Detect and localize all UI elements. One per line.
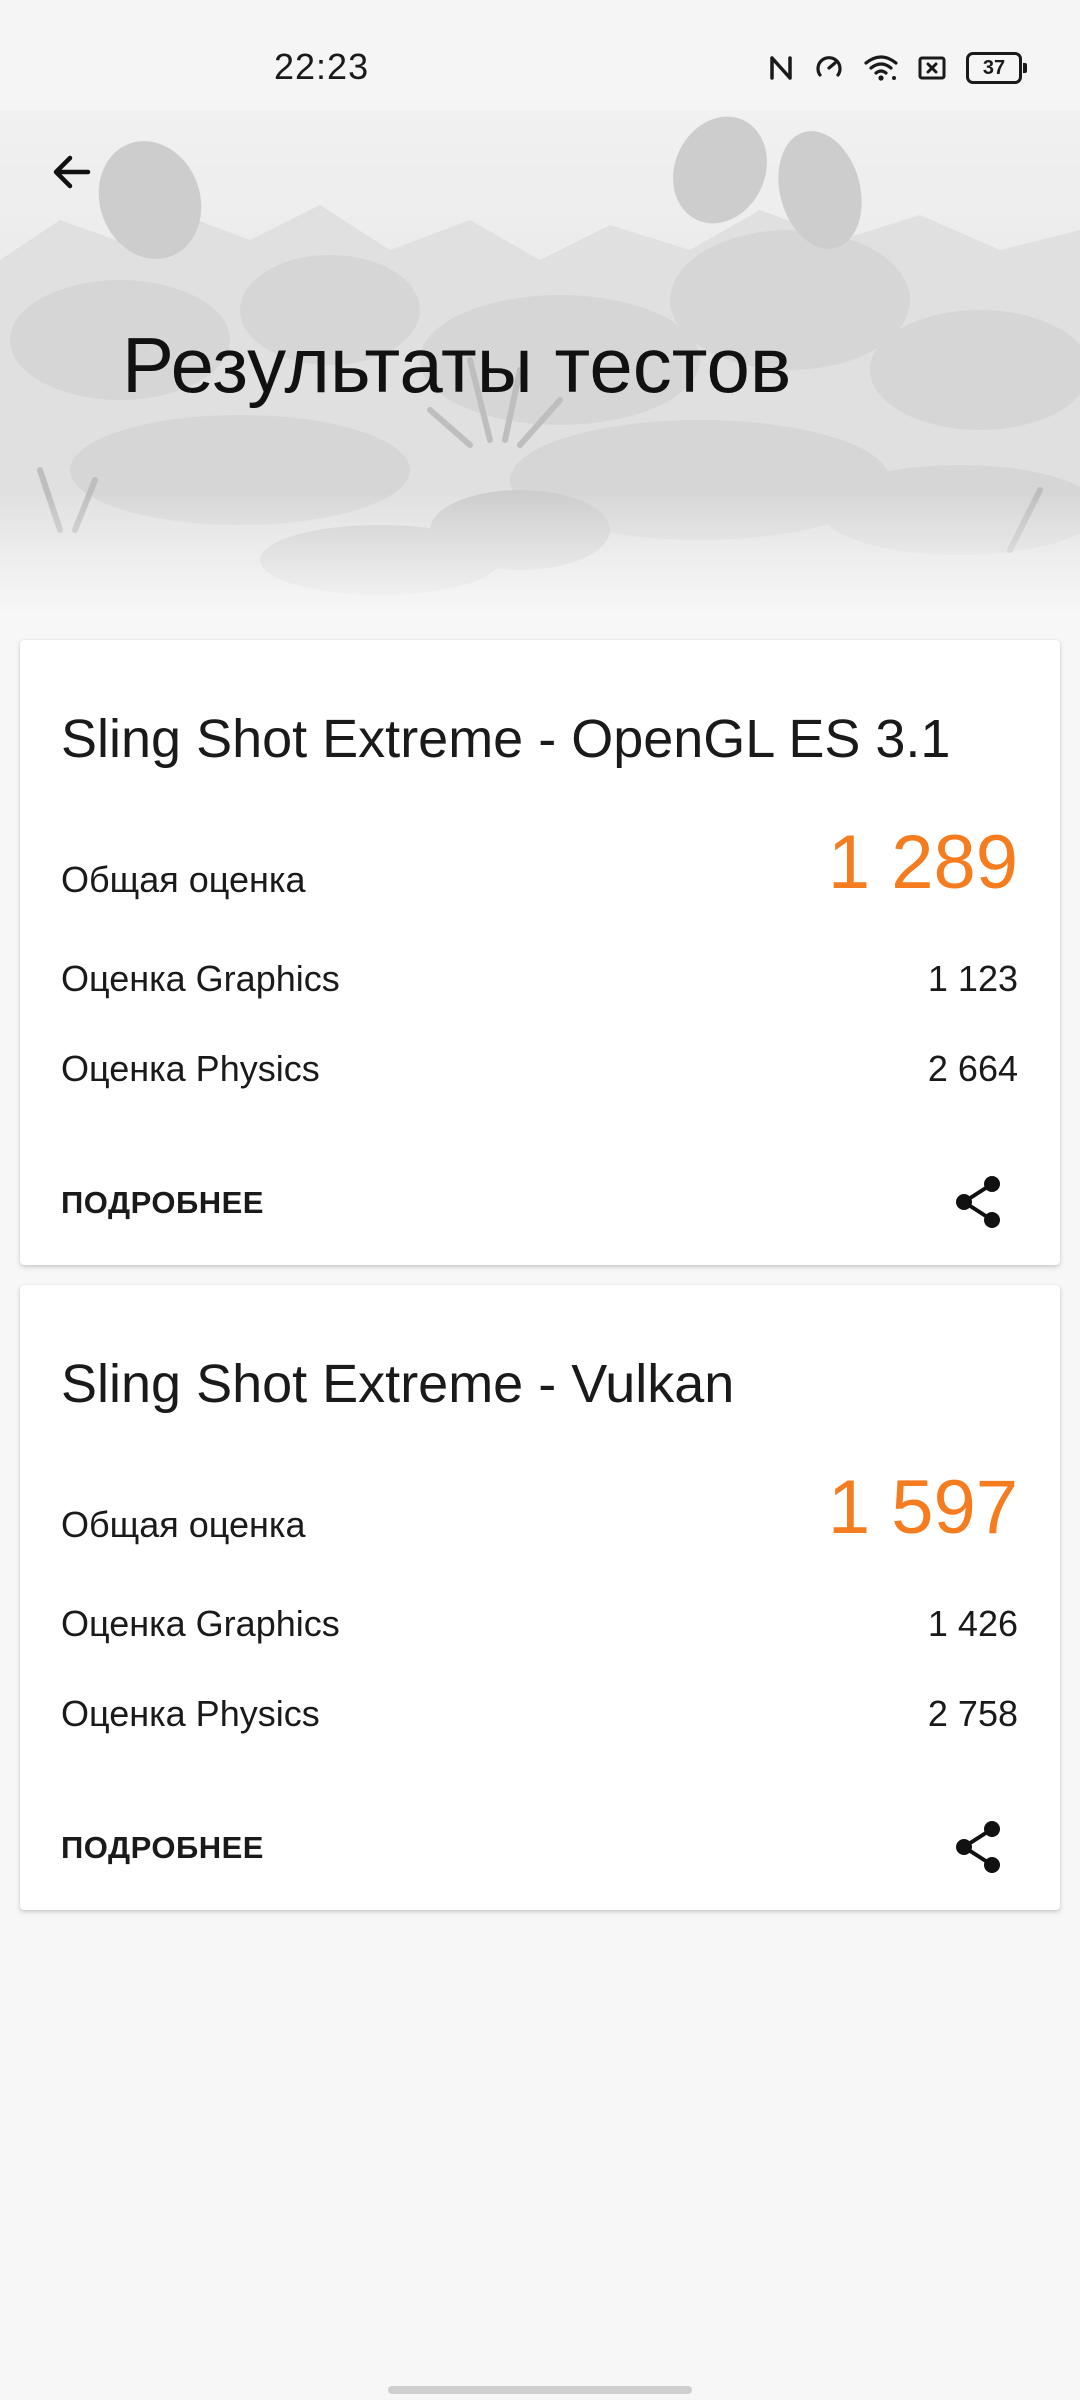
- result-card-opengl: Sling Shot Extreme - OpenGL ES 3.1 Общая…: [20, 640, 1060, 1265]
- page-title: Результаты тестов: [122, 321, 792, 409]
- share-icon: [956, 1176, 1000, 1228]
- physics-score-row: Оценка Physics 2 758: [61, 1693, 1018, 1735]
- back-button[interactable]: [40, 140, 104, 204]
- graphics-score-row: Оценка Graphics 1 123: [61, 958, 1018, 1000]
- share-button[interactable]: [946, 1815, 1010, 1879]
- graphics-score-label: Оценка Graphics: [61, 958, 340, 999]
- graphics-score-row: Оценка Graphics 1 426: [61, 1603, 1018, 1645]
- physics-score-value: 2 758: [927, 1693, 1018, 1734]
- battery-icon: 37: [966, 52, 1027, 84]
- card-title: Sling Shot Extreme - OpenGL ES 3.1: [61, 709, 951, 769]
- card-title: Sling Shot Extreme - Vulkan: [61, 1354, 735, 1414]
- total-score-value: 1 597: [827, 1465, 1018, 1550]
- arrow-left-icon: [53, 155, 91, 189]
- nfc-icon: [768, 54, 794, 82]
- physics-score-label: Оценка Physics: [61, 1048, 320, 1089]
- wifi-icon: [864, 54, 898, 82]
- graphics-score-value: 1 426: [927, 1603, 1018, 1644]
- total-score-value: 1 289: [827, 820, 1018, 905]
- share-icon: [956, 1821, 1000, 1873]
- status-icons: 37: [768, 52, 1027, 84]
- share-button[interactable]: [946, 1170, 1010, 1234]
- data-saver-icon: [814, 53, 844, 83]
- status-bar: 22:23 37: [0, 0, 1080, 110]
- physics-score-label: Оценка Physics: [61, 1693, 320, 1734]
- status-time: 22:23: [274, 46, 370, 87]
- details-button[interactable]: ПОДРОБНЕЕ: [61, 1830, 264, 1866]
- header-banner: Результаты тестов: [0, 110, 1080, 620]
- total-score-label: Общая оценка: [61, 1504, 306, 1545]
- physics-score-value: 2 664: [927, 1048, 1018, 1089]
- result-card-vulkan: Sling Shot Extreme - Vulkan Общая оценка…: [20, 1285, 1060, 1910]
- total-score-label: Общая оценка: [61, 859, 306, 900]
- home-indicator[interactable]: [388, 2386, 692, 2394]
- details-button[interactable]: ПОДРОБНЕЕ: [61, 1185, 264, 1221]
- total-score-row: Общая оценка 1 597: [61, 1470, 1018, 1546]
- sim-icon: [918, 56, 946, 80]
- physics-score-row: Оценка Physics 2 664: [61, 1048, 1018, 1090]
- total-score-row: Общая оценка 1 289: [61, 825, 1018, 901]
- graphics-score-label: Оценка Graphics: [61, 1603, 340, 1644]
- graphics-score-value: 1 123: [927, 958, 1018, 999]
